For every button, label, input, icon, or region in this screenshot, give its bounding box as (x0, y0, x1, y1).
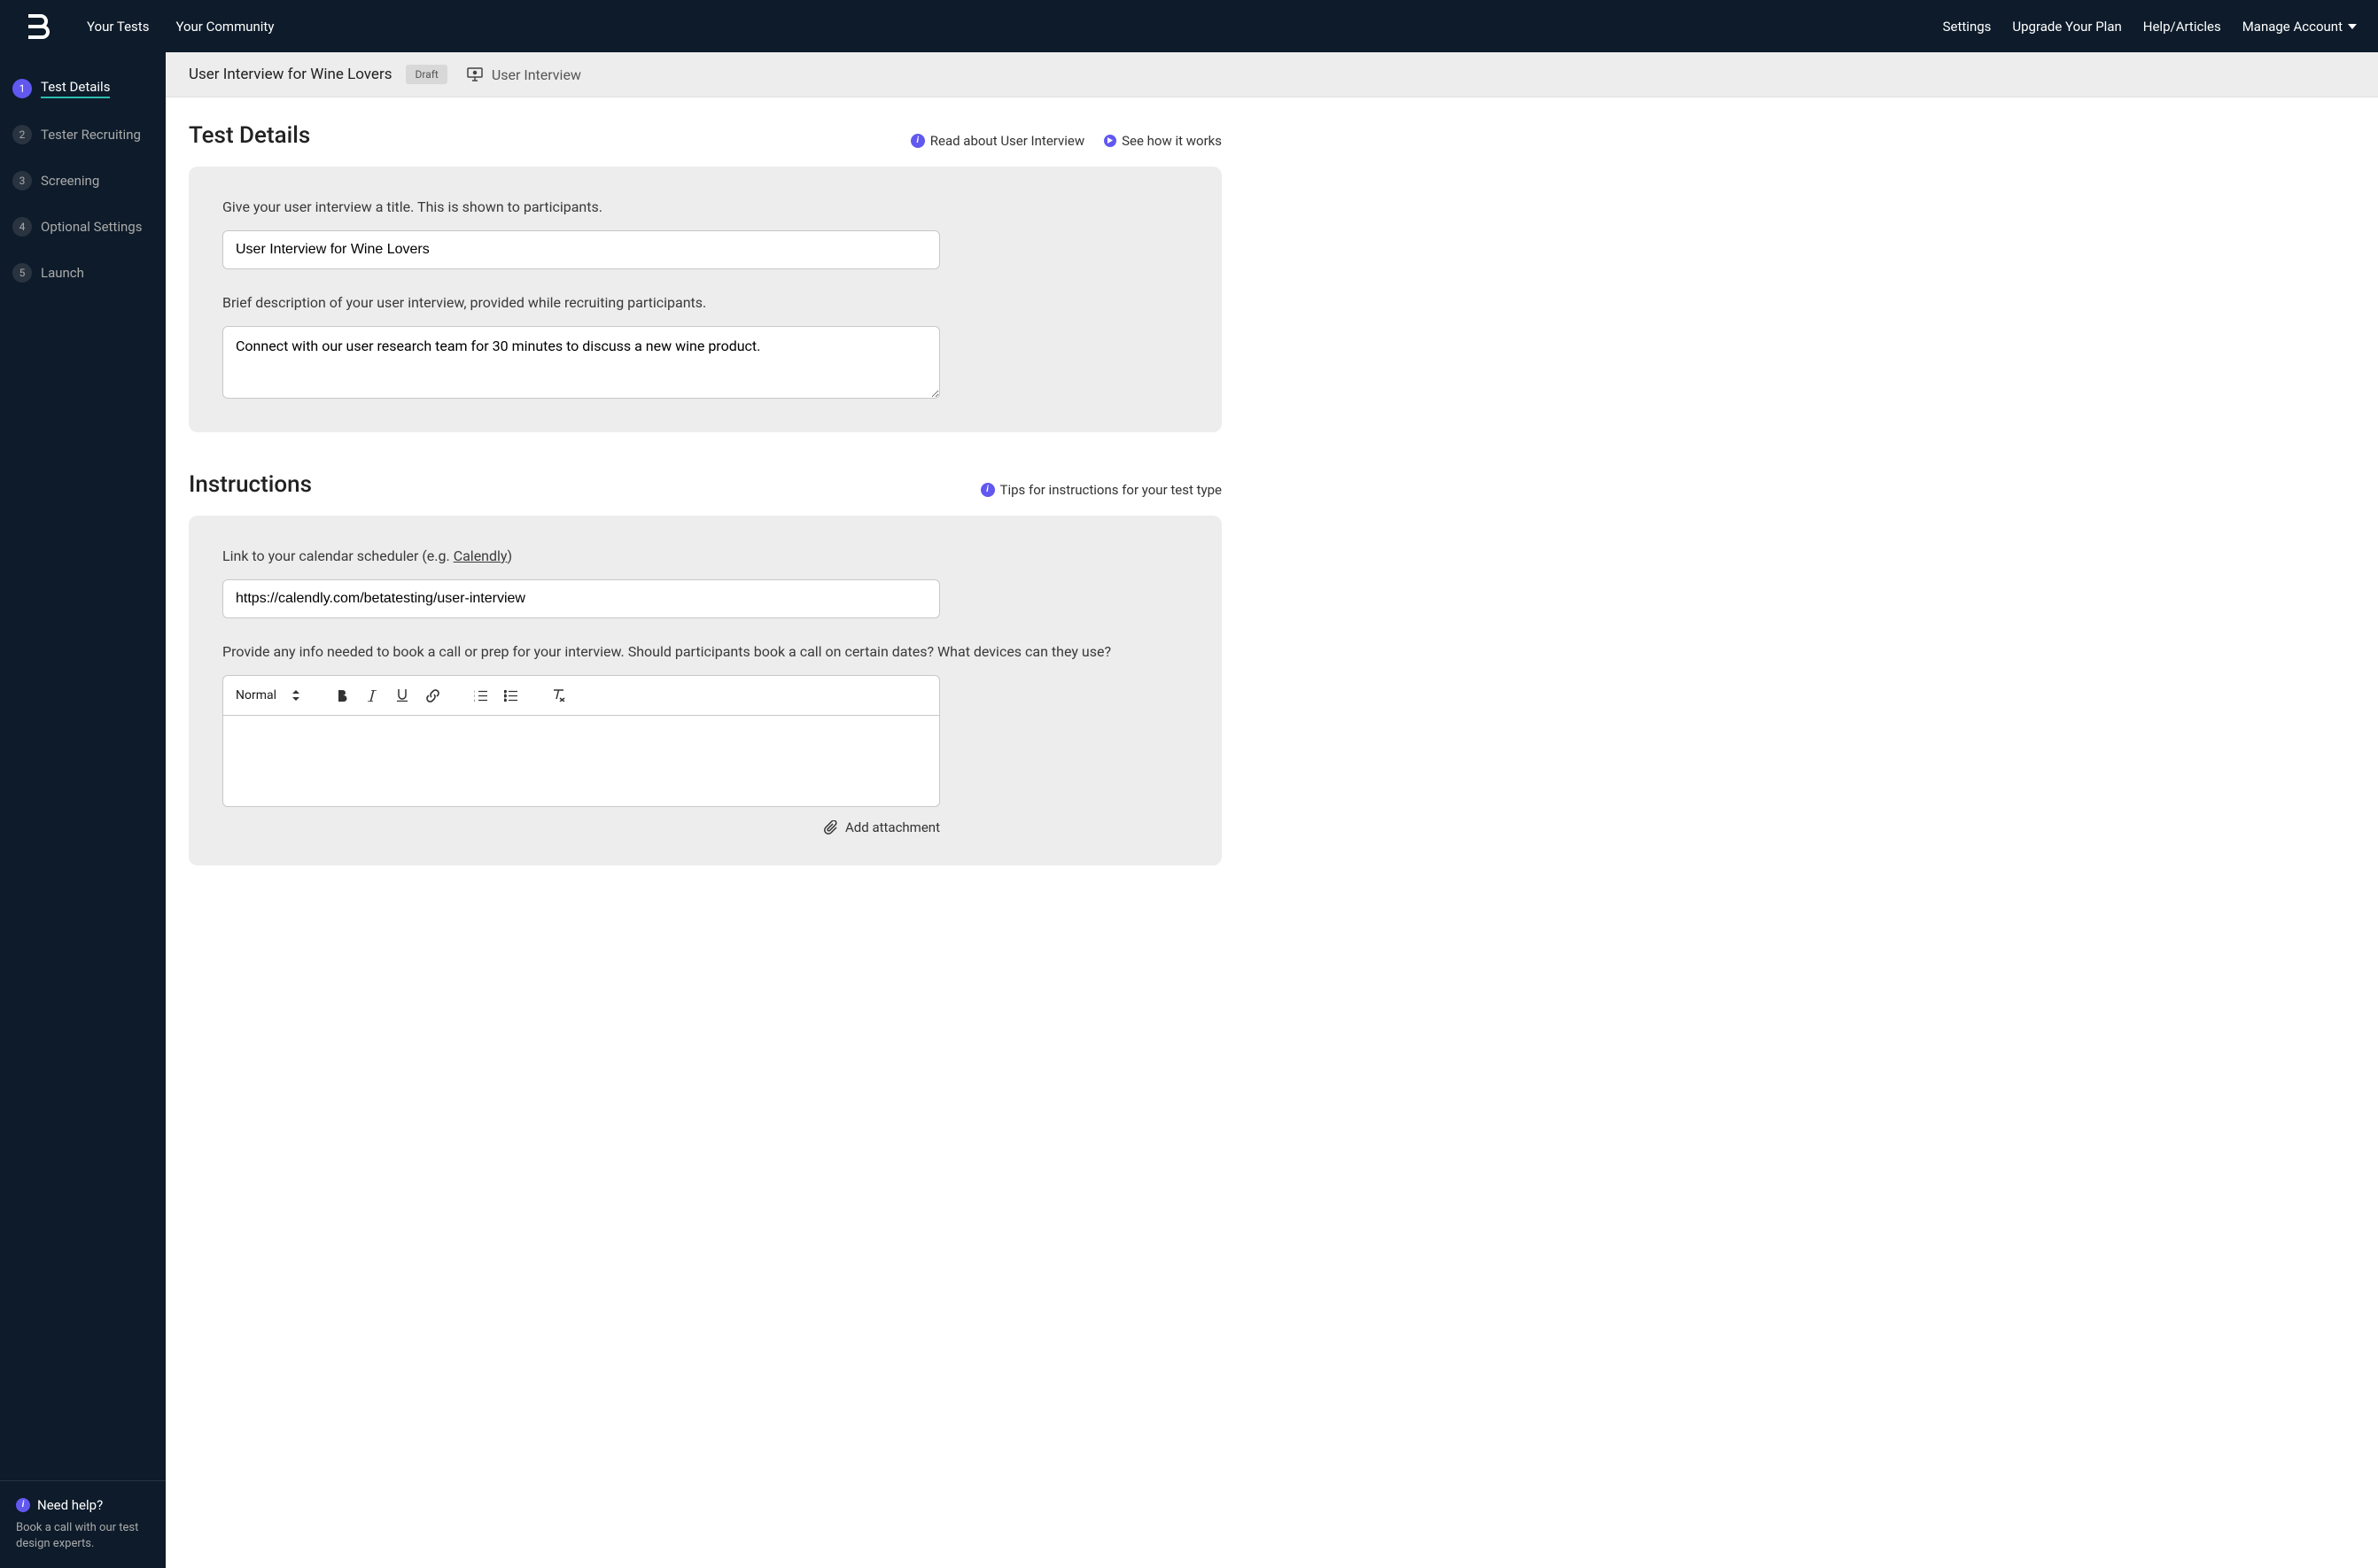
info-icon: i (911, 134, 925, 148)
sidebar: 1 Test Details 2 Tester Recruiting 3 Scr… (0, 52, 166, 1568)
calendly-link[interactable]: Calendly (454, 547, 508, 564)
link-label-post: ) (508, 547, 513, 564)
sidebar-step-tester-recruiting[interactable]: 2 Tester Recruiting (12, 118, 153, 151)
play-icon (1104, 135, 1116, 147)
header-right: Settings Upgrade Your Plan Help/Articles… (1943, 19, 2357, 35)
test-type-label: User Interview (492, 66, 581, 83)
title-field-label: Give your user interview a title. This i… (222, 197, 1188, 218)
step-label: Tester Recruiting (41, 127, 141, 143)
editor-format-select[interactable]: Normal (236, 688, 312, 702)
content: Test Details i Read about User Interview… (166, 97, 1255, 940)
underline-button[interactable] (390, 683, 415, 708)
help-links: i Tips for instructions for your test ty… (981, 482, 1223, 498)
paperclip-icon (824, 820, 838, 835)
editor-toolbar: Normal 123 (222, 675, 940, 715)
step-label: Launch (41, 265, 84, 281)
nav-help[interactable]: Help/Articles (2143, 19, 2221, 35)
info-field-label: Provide any info needed to book a call o… (222, 641, 1188, 663)
italic-button[interactable] (360, 683, 385, 708)
add-attachment-label: Add attachment (845, 819, 940, 835)
chevron-down-icon (2348, 24, 2357, 29)
svg-text:3: 3 (474, 698, 475, 702)
step-number: 1 (12, 79, 32, 98)
nav-settings[interactable]: Settings (1943, 19, 1992, 35)
test-details-card: Give your user interview a title. This i… (189, 167, 1222, 432)
section-header: Instructions i Tips for instructions for… (189, 471, 1222, 498)
sidebar-help[interactable]: i Need help? Book a call with our test d… (0, 1480, 166, 1568)
step-label: Test Details (41, 79, 110, 98)
clear-format-button[interactable] (546, 683, 571, 708)
sidebar-step-test-details[interactable]: 1 Test Details (12, 72, 153, 105)
read-about-link[interactable]: i Read about User Interview (911, 133, 1084, 149)
help-link-label: Tips for instructions for your test type (1000, 482, 1223, 498)
scheduler-link-input[interactable] (222, 579, 940, 618)
step-number: 2 (12, 125, 32, 144)
see-how-link[interactable]: See how it works (1104, 133, 1222, 149)
subheader-title: User Interview for Wine Lovers (189, 66, 392, 83)
step-label: Screening (41, 173, 99, 189)
nav-upgrade[interactable]: Upgrade Your Plan (2012, 19, 2121, 35)
bold-button[interactable] (330, 683, 354, 708)
help-links: i Read about User Interview See how it w… (911, 133, 1222, 149)
status-badge: Draft (406, 65, 447, 84)
nav-manage-account[interactable]: Manage Account (2242, 19, 2357, 35)
section-title: Instructions (189, 471, 312, 498)
step-number: 3 (12, 171, 32, 190)
link-field-label: Link to your calendar scheduler (e.g. Ca… (222, 546, 1188, 567)
add-attachment-button[interactable]: Add attachment (222, 819, 940, 835)
info-icon: i (16, 1498, 30, 1512)
header-nav: Your Tests Your Community (87, 19, 274, 35)
link-label-pre: Link to your calendar scheduler (e.g. (222, 547, 454, 564)
top-header: Your Tests Your Community Settings Upgra… (0, 0, 2378, 52)
title-input[interactable] (222, 230, 940, 269)
rich-text-editor[interactable] (222, 715, 940, 807)
sidebar-step-launch[interactable]: 5 Launch (12, 256, 153, 290)
help-link-label: Read about User Interview (930, 133, 1084, 149)
sidebar-step-screening[interactable]: 3 Screening (12, 164, 153, 198)
desc-field-label: Brief description of your user interview… (222, 292, 1188, 314)
sort-icon (292, 690, 299, 701)
logo-icon[interactable] (21, 11, 53, 43)
sidebar-step-optional-settings[interactable]: 4 Optional Settings (12, 210, 153, 244)
test-type: User Interview (467, 66, 581, 83)
main-content: User Interview for Wine Lovers Draft Use… (166, 52, 2378, 940)
section-header: Test Details i Read about User Interview… (189, 122, 1222, 149)
tips-link[interactable]: i Tips for instructions for your test ty… (981, 482, 1223, 498)
unordered-list-button[interactable] (498, 683, 523, 708)
ordered-list-button[interactable]: 123 (468, 683, 493, 708)
sidebar-steps: 1 Test Details 2 Tester Recruiting 3 Scr… (0, 52, 166, 1480)
help-text: Book a call with our test design experts… (16, 1520, 150, 1552)
header-left: Your Tests Your Community (21, 11, 274, 43)
nav-your-tests[interactable]: Your Tests (87, 19, 149, 35)
step-label: Optional Settings (41, 219, 142, 235)
desc-textarea[interactable]: Connect with our user research team for … (222, 326, 940, 399)
nav-your-community[interactable]: Your Community (175, 19, 274, 35)
subheader: User Interview for Wine Lovers Draft Use… (166, 52, 2378, 97)
step-number: 4 (12, 217, 32, 237)
link-button[interactable] (420, 683, 445, 708)
monitor-icon (467, 67, 483, 82)
instructions-card: Link to your calendar scheduler (e.g. Ca… (189, 516, 1222, 866)
step-number: 5 (12, 263, 32, 283)
info-icon: i (981, 483, 995, 497)
help-title-label: Need help? (37, 1497, 103, 1513)
nav-account-label: Manage Account (2242, 19, 2343, 35)
help-link-label: See how it works (1122, 133, 1222, 149)
help-title: i Need help? (16, 1497, 150, 1513)
section-title: Test Details (189, 122, 310, 149)
editor-format-label: Normal (236, 688, 276, 702)
